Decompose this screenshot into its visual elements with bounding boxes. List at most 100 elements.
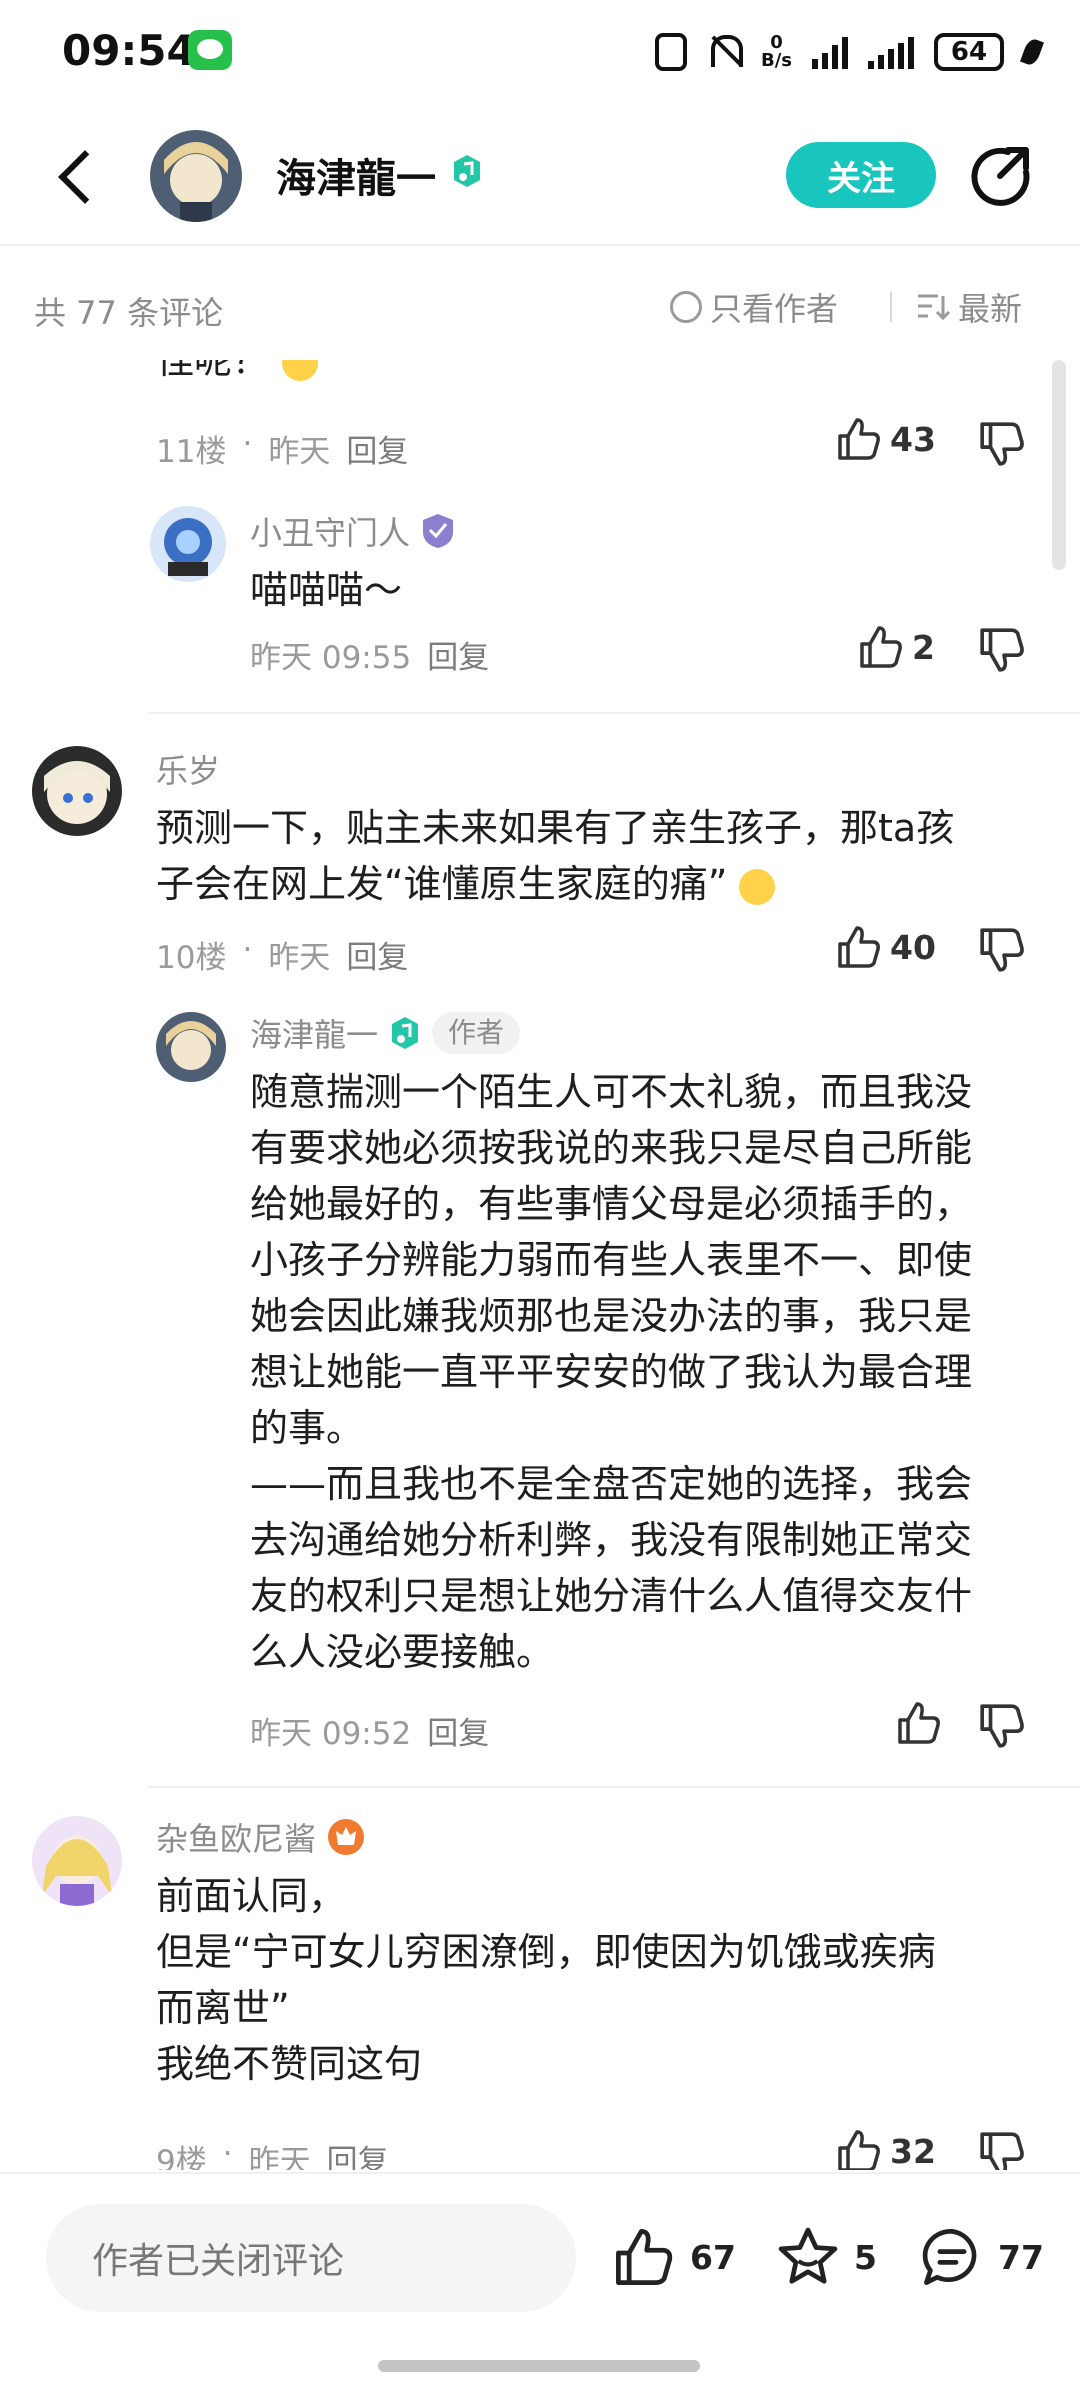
comment-list[interactable]: 怪呢？ 11楼 · 昨天 回复 43 小丑守门人 喵喵喵～ 昨天 09:55 回复…: [0, 360, 1080, 2170]
thumbs-up-icon: [838, 926, 880, 968]
author-tag: 作者: [432, 1012, 521, 1054]
bottom-action-bar: 作者已关闭评论 67 5 77: [0, 2172, 1080, 2387]
status-icons: 0 B/s 64: [654, 28, 1044, 76]
verified-music-badge-icon: [450, 154, 484, 188]
thumbs-down-icon: [980, 628, 1024, 672]
star-icon: [778, 2227, 838, 2284]
awkward-emoji-icon: [739, 868, 776, 905]
author-name[interactable]: 海津龍一: [276, 146, 436, 204]
divider: [148, 1786, 1080, 1788]
post-like-button[interactable]: 67: [612, 2226, 736, 2288]
only-author-label: 只看作者: [710, 290, 839, 328]
comment-text-line: 但是“宁可女儿穷困潦倒，即使因为饥饿或疾病: [156, 1930, 936, 1974]
reply-button[interactable]: 回复: [427, 632, 489, 677]
comment-time: 昨天: [248, 2144, 311, 2170]
floor-number: 10楼: [156, 940, 227, 976]
comment-text-line: 的事。: [250, 1406, 365, 1450]
comment-meta: 昨天 09:55 回复: [250, 632, 489, 677]
divider: [148, 712, 1080, 714]
dislike-button[interactable]: [978, 2130, 1026, 2170]
comment-time: 昨天: [268, 940, 331, 976]
like-count: 43: [890, 419, 936, 459]
comment-text-line: 而离世”: [156, 1986, 290, 2030]
comment-bubble-icon: [922, 2229, 977, 2285]
like-button[interactable]: 43: [836, 416, 936, 462]
comment-text-line: 她会因此嫌我烦那也是没办法的事，我只是: [250, 1294, 973, 1338]
follow-button[interactable]: 关注: [786, 142, 936, 208]
comment-text-line: ——而且我也不是全盘否定她的选择，我会: [250, 1462, 973, 1506]
comment-text-line: 想让她能一直平平安安的做了我认为最合理: [250, 1350, 973, 1394]
comment-text-tail: 怪呢？: [156, 360, 319, 388]
level-badge-icon: [328, 1819, 365, 1855]
dislike-button[interactable]: [978, 1702, 1026, 1750]
signal-icon: [812, 35, 848, 69]
comment-text-line: 么人没必要接触。: [250, 1630, 555, 1674]
dislike-button[interactable]: [978, 926, 1026, 974]
comment-text-line: 随意揣测一个陌生人可不太礼貌，而且我没: [250, 1070, 973, 1114]
thumbs-up-icon: [898, 1702, 940, 1744]
thumbs-down-icon: [980, 422, 1024, 466]
dislike-button[interactable]: [978, 626, 1026, 674]
power-saving-icon: [1020, 37, 1044, 67]
network-speed-unit: B/s: [760, 50, 792, 71]
nfc-icon: [654, 33, 687, 71]
comment-text-line: 我绝不赞同这句: [156, 2042, 423, 2086]
thumbs-down-icon: [980, 2132, 1024, 2170]
dot-separator: ·: [222, 2136, 233, 2170]
level-shield-icon: [423, 514, 454, 548]
like-button[interactable]: 32: [836, 2128, 936, 2170]
floor-number: 9楼: [156, 2144, 207, 2170]
comment-time: 昨天 09:55: [250, 640, 412, 676]
comment-username[interactable]: 小丑守门人: [250, 508, 456, 554]
comment-text-line: 前面认同，: [156, 1874, 347, 1918]
dot-separator: ·: [242, 932, 253, 968]
comment-count: 共 77 条评论: [34, 294, 224, 332]
like-count: 32: [890, 2131, 936, 2171]
signal-2-icon: [868, 35, 914, 69]
back-button[interactable]: [56, 150, 96, 206]
comments-button[interactable]: 77: [920, 2226, 1044, 2288]
like-button[interactable]: 40: [836, 924, 936, 970]
smile-emoji-icon: [282, 360, 319, 381]
sort-button[interactable]: 最新: [916, 284, 1022, 330]
reply-button[interactable]: 回复: [327, 2136, 389, 2170]
only-author-toggle[interactable]: 只看作者: [670, 284, 838, 330]
comment-username[interactable]: 乐岁: [156, 746, 220, 792]
comments-toolbar: 共 77 条评论 只看作者 最新: [0, 248, 1080, 358]
user-avatar[interactable]: [32, 1816, 122, 1906]
comment-username[interactable]: 杂鱼欧尼酱: [156, 1814, 366, 1860]
comment-meta: 11楼 · 昨天 回复: [156, 426, 408, 471]
favorite-count: 5: [854, 2237, 877, 2277]
favorite-button[interactable]: 5: [776, 2226, 877, 2288]
comment-total: 77: [998, 2237, 1044, 2277]
reply-button[interactable]: 回复: [346, 426, 408, 471]
sort-icon: [918, 294, 950, 321]
sort-label: 最新: [958, 290, 1023, 328]
comments-closed-field: 作者已关闭评论: [46, 2204, 576, 2312]
thumbs-down-icon: [980, 928, 1024, 972]
thumbs-up-icon: [860, 626, 902, 668]
reply-button[interactable]: 回复: [427, 1708, 489, 1753]
thumbs-up-icon: [616, 2229, 673, 2285]
reply-button[interactable]: 回复: [346, 932, 408, 977]
user-avatar[interactable]: [150, 506, 226, 582]
share-icon[interactable]: [968, 144, 1032, 208]
dislike-button[interactable]: [978, 420, 1026, 468]
network-speed: 0 B/s: [761, 34, 792, 70]
status-bar: 09:54 0 B/s 64: [0, 0, 1080, 110]
like-button[interactable]: [896, 1700, 942, 1746]
comment-meta: 9楼 · 昨天 回复: [156, 2136, 389, 2170]
like-button[interactable]: 2: [858, 624, 935, 670]
mute-bell-icon: [707, 33, 743, 71]
comment-time: 昨天: [268, 434, 331, 470]
comment-username[interactable]: 海津龍一 作者: [250, 1010, 521, 1056]
comment-text: 前面认同， 但是“宁可女儿穷困潦倒，即使因为饥饿或疾病 而离世” 我绝不赞同这句: [156, 1868, 1036, 2092]
radio-icon: [670, 291, 702, 323]
comment-text-line: 子会在网上发“谁懂原生家庭的痛”: [156, 856, 954, 912]
comment-text: 预测一下，贴主未来如果有了亲生孩子，那ta孩 子会在网上发“谁懂原生家庭的痛”: [156, 800, 954, 912]
author-avatar[interactable]: [150, 130, 242, 222]
user-avatar[interactable]: [32, 746, 122, 836]
author-reply-avatar[interactable]: [156, 1012, 226, 1082]
home-indicator[interactable]: [378, 2360, 700, 2372]
battery-icon: 64: [934, 33, 1004, 71]
